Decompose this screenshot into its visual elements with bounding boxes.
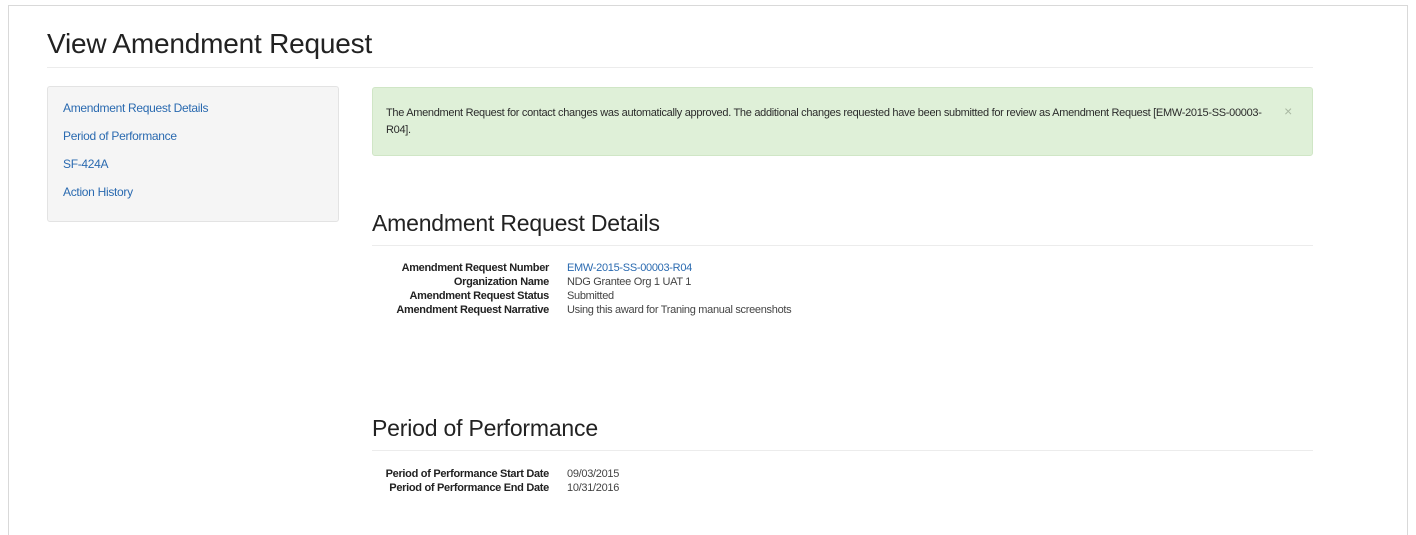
detail-value: 10/31/2016 xyxy=(567,482,620,494)
amendment-request-details-heading: Amendment Request Details xyxy=(372,210,660,236)
sidebar-item-period-of-performance[interactable]: Period of Performance xyxy=(63,129,338,143)
success-alert: The Amendment Request for contact change… xyxy=(372,87,1313,156)
title-divider xyxy=(47,67,1313,68)
detail-term: Organization Name xyxy=(453,276,549,288)
detail-row: Period of Performance Start Date 09/03/2… xyxy=(372,467,620,481)
page-title: View Amendment Request xyxy=(47,28,373,59)
detail-value: EMW-2015-SS-00003-R04 xyxy=(567,261,692,275)
detail-row: Amendment Request Number EMW-2015-SS-000… xyxy=(372,261,791,275)
detail-row: Amendment Request Status Submitted xyxy=(372,289,791,303)
close-icon[interactable]: × xyxy=(1284,103,1292,120)
detail-term: Amendment Request Number xyxy=(401,262,550,274)
detail-value: Using this award for Traning manual scre… xyxy=(567,304,792,316)
detail-row: Amendment Request Narrative Using this a… xyxy=(372,303,791,317)
sidebar-item-amendment-request-details[interactable]: Amendment Request Details xyxy=(63,101,338,115)
amendment-request-number-link[interactable]: EMW-2015-SS-00003-R04 xyxy=(567,262,692,274)
detail-value: NDG Grantee Org 1 UAT 1 xyxy=(567,276,692,288)
section-divider xyxy=(372,245,1313,246)
detail-term: Amendment Request Status xyxy=(409,290,550,302)
detail-value: 09/03/2015 xyxy=(567,468,620,480)
period-of-performance-list: Period of Performance Start Date 09/03/2… xyxy=(372,467,620,495)
detail-row: Organization Name NDG Grantee Org 1 UAT … xyxy=(372,275,791,289)
sidebar-item-action-history[interactable]: Action History xyxy=(63,185,338,199)
alert-message: The Amendment Request for contact change… xyxy=(386,107,1262,136)
sidebar-nav: Amendment Request Details Period of Perf… xyxy=(47,86,339,222)
amendment-details-list: Amendment Request Number EMW-2015-SS-000… xyxy=(372,261,791,317)
detail-value: Submitted xyxy=(567,290,614,302)
detail-term: Period of Performance Start Date xyxy=(385,468,550,480)
section-divider xyxy=(372,450,1313,451)
detail-term: Amendment Request Narrative xyxy=(396,304,549,316)
sidebar-item-sf-424a[interactable]: SF-424A xyxy=(63,157,338,171)
detail-row: Period of Performance End Date 10/31/201… xyxy=(372,481,619,495)
detail-term: Period of Performance End Date xyxy=(389,482,549,494)
period-of-performance-heading: Period of Performance xyxy=(372,415,598,441)
